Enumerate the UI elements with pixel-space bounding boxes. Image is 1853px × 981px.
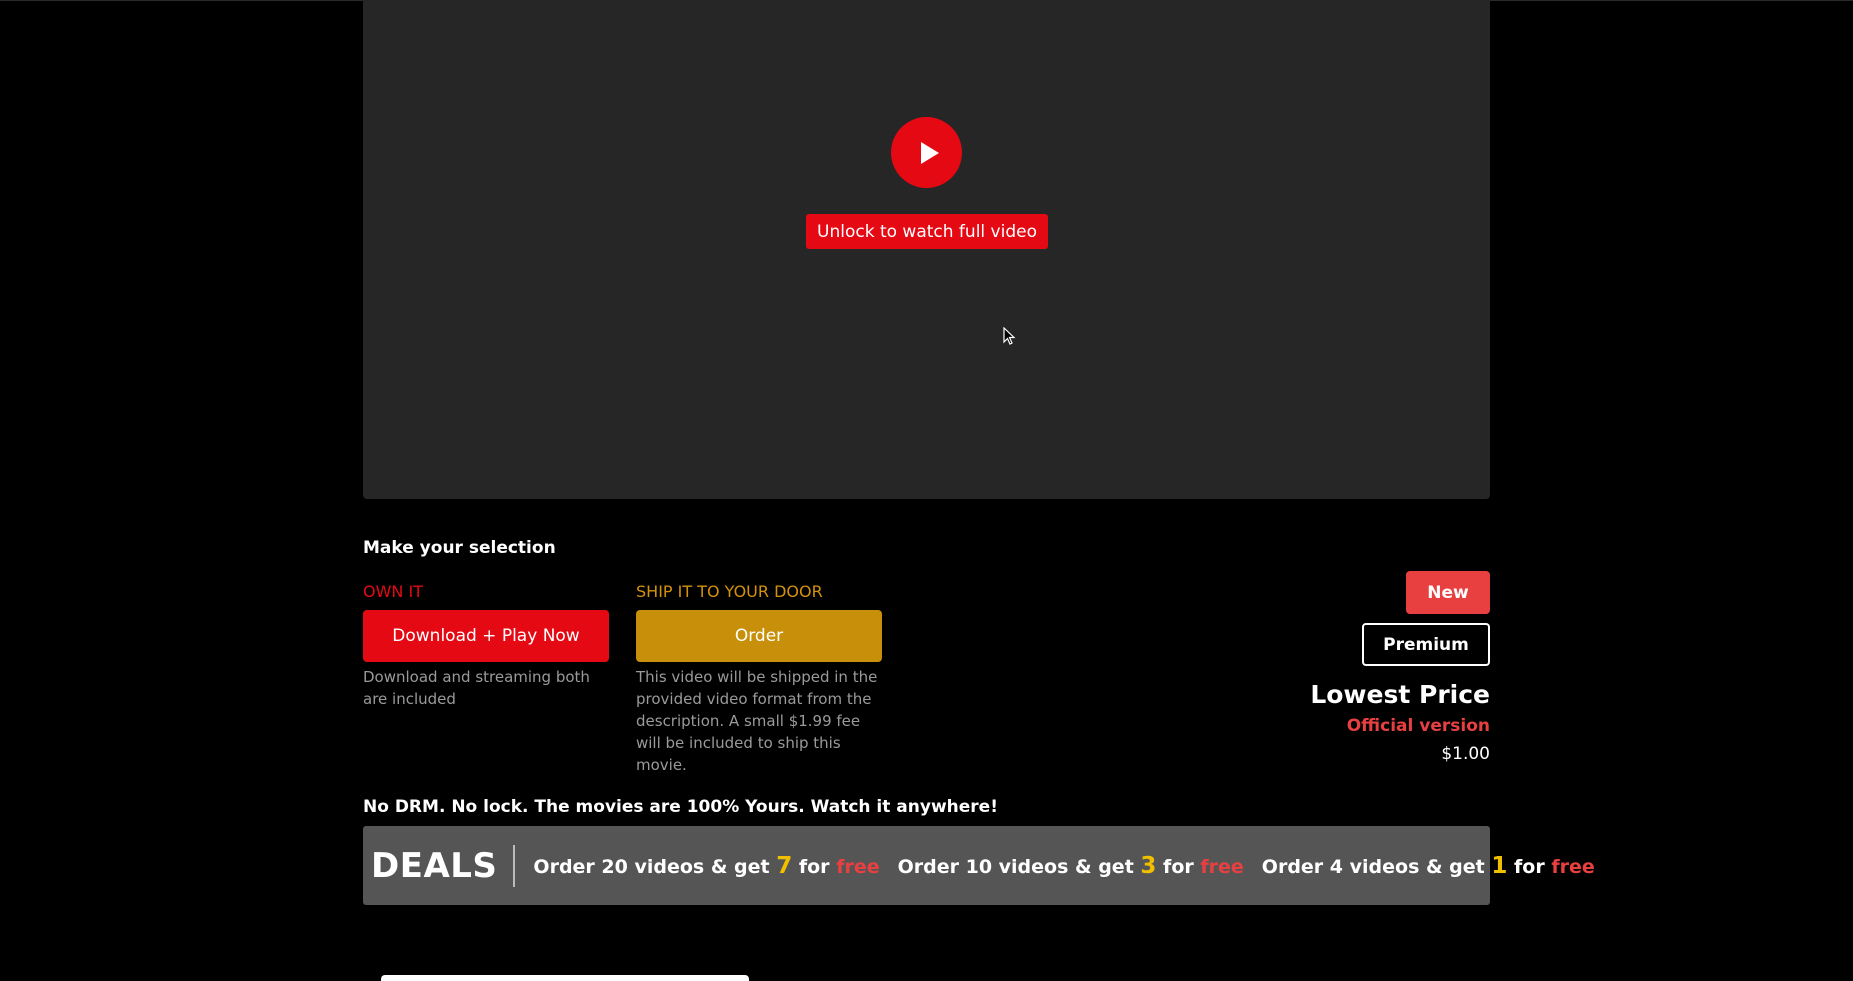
deal-text: Order 4 videos & get [1261, 855, 1485, 878]
deal-item: Order 4 videos & get 1 for free [1262, 853, 1595, 879]
own-description: Download and streaming both are included [363, 668, 590, 708]
price-value: $1.00 [1441, 744, 1490, 764]
deal-text: Order 20 videos & get [533, 855, 770, 878]
official-version-label: Official version [1346, 716, 1490, 736]
ship-it-label: SHIP IT TO YOUR DOOR [636, 582, 823, 601]
new-badge-button[interactable]: New [1406, 571, 1490, 614]
deal-for: for [1163, 855, 1194, 878]
deal-for: for [1514, 855, 1545, 878]
video-player[interactable]: Unlock to watch full video [363, 0, 1490, 499]
ship-description: This video will be shipped in the provid… [636, 668, 878, 774]
deal-number: 3 [1140, 852, 1157, 879]
lowest-price-heading: Lowest Price [1310, 680, 1490, 709]
play-button[interactable] [891, 117, 962, 188]
deal-free: free [1551, 855, 1595, 878]
deal-text: Order 10 videos & get [897, 855, 1134, 878]
premium-button[interactable]: Premium [1362, 623, 1490, 666]
own-it-label: OWN IT [363, 582, 423, 601]
deal-number: 7 [776, 852, 793, 879]
selection-heading: Make your selection [363, 538, 556, 558]
bottom-panel-edge [381, 975, 749, 981]
deal-item: Order 10 videos & get 3 for free [898, 853, 1244, 879]
mouse-cursor-icon [1003, 327, 1016, 345]
deal-item: Order 20 videos & get 7 for free [533, 853, 879, 879]
no-drm-notice: No DRM. No lock. The movies are 100% You… [363, 797, 998, 817]
deal-free: free [1200, 855, 1244, 878]
deal-free: free [836, 855, 880, 878]
unlock-button[interactable]: Unlock to watch full video [806, 214, 1048, 249]
deal-number: 1 [1491, 852, 1508, 879]
main-content: Unlock to watch full video Make your sel… [363, 0, 1595, 981]
download-play-button[interactable]: Download + Play Now [363, 610, 609, 662]
play-icon [920, 141, 939, 164]
deals-banner: DEALS Order 20 videos & get 7 for free O… [363, 826, 1595, 905]
order-button[interactable]: Order [636, 610, 882, 662]
deals-title: DEALS [371, 844, 516, 887]
deal-for: for [798, 855, 830, 878]
